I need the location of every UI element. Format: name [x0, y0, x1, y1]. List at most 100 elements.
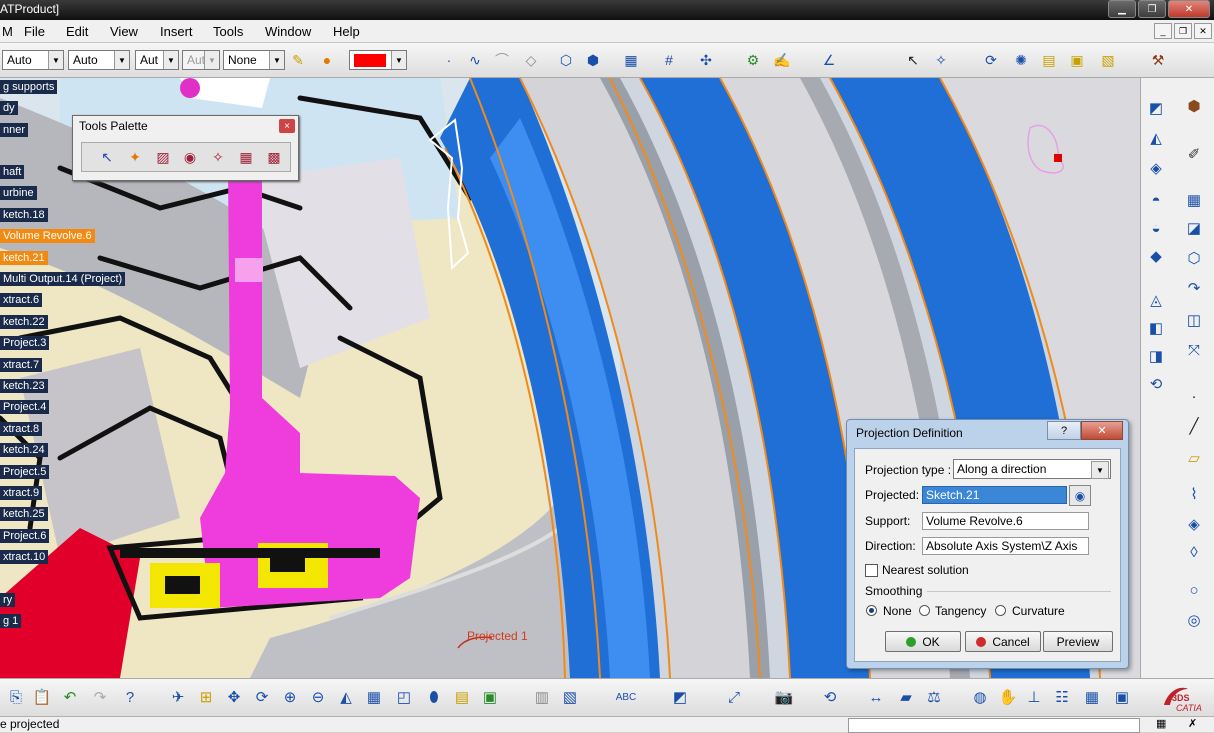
- pick-element-icon[interactable]: ✦: [125, 148, 145, 166]
- axis-system-icon[interactable]: ⊥: [1024, 687, 1044, 707]
- compass-icon[interactable]: ⤢: [724, 687, 744, 707]
- dialog-close-button[interactable]: ✕: [1081, 421, 1123, 440]
- ok-button[interactable]: OK: [885, 631, 961, 652]
- tree-node[interactable]: ketch.18: [0, 208, 48, 222]
- current-color-combo[interactable]: ▼: [349, 50, 407, 70]
- work-support-icon[interactable]: ▣: [1112, 687, 1132, 707]
- select-trap-icon[interactable]: ✧: [932, 51, 950, 69]
- menu-edit[interactable]: Edit: [66, 24, 88, 39]
- tree-node[interactable]: Multi Output.14 (Project): [0, 272, 126, 286]
- search-icon[interactable]: ◉: [180, 148, 200, 166]
- tree-node[interactable]: ketch.24: [0, 443, 48, 457]
- tree-node[interactable]: xtract.9: [0, 486, 43, 500]
- smoothing-tangency-radio[interactable]: [919, 605, 930, 616]
- catalog-icon[interactable]: ▤: [1040, 51, 1058, 69]
- pattern-icon[interactable]: ✺: [1012, 51, 1030, 69]
- curve-icon[interactable]: ⌇: [1183, 484, 1205, 504]
- rotate-icon[interactable]: ⟲: [1145, 374, 1167, 394]
- sketcher-icon[interactable]: ✐: [1183, 144, 1205, 164]
- whats-this-icon[interactable]: ?: [120, 687, 140, 707]
- grid-snap-icon[interactable]: ▦: [1082, 687, 1102, 707]
- undo-icon[interactable]: ↶: [60, 687, 80, 707]
- cancel-selection-icon[interactable]: ▩: [264, 148, 284, 166]
- tree-node[interactable]: Project.3: [0, 336, 50, 350]
- tree-node[interactable]: ketch.23: [0, 379, 48, 393]
- tree-node[interactable]: Project.5: [0, 465, 50, 479]
- shading-icon[interactable]: ⬮: [424, 687, 444, 707]
- tools-palette[interactable]: Tools Palette × ↖ ✦ ▨ ◉ ✧ ▦ ▩: [72, 115, 299, 181]
- sweep-icon[interactable]: ⌒: [493, 51, 511, 69]
- fill-icon[interactable]: ◓: [1145, 190, 1167, 210]
- sketch-icon[interactable]: ◩: [1145, 98, 1167, 118]
- swap-space-icon[interactable]: ▣: [480, 687, 500, 707]
- projected-field[interactable]: Sketch.21: [922, 486, 1067, 504]
- copy-icon[interactable]: ⎘: [6, 687, 26, 707]
- constraint-icon[interactable]: ✣: [697, 51, 715, 69]
- compare-icon[interactable]: ⚖: [924, 687, 944, 707]
- cancel-command-icon[interactable]: ✗: [1188, 717, 1197, 730]
- surface-icon[interactable]: ◈: [1145, 158, 1167, 178]
- connect-icon[interactable]: ◊: [1183, 542, 1205, 562]
- select-icon[interactable]: ↖: [904, 51, 922, 69]
- cancel-button[interactable]: Cancel: [965, 631, 1041, 652]
- doc-minimize-button[interactable]: _: [1154, 23, 1172, 39]
- tree-node[interactable]: ketch.25: [0, 507, 48, 521]
- knowledge-icon[interactable]: ⚒: [1149, 51, 1167, 69]
- zoom-in-icon[interactable]: ⊕: [280, 687, 300, 707]
- cube-icon[interactable]: ◩: [670, 687, 690, 707]
- boundary-icon[interactable]: ◫: [1183, 310, 1205, 330]
- split-icon[interactable]: ◪: [1183, 218, 1205, 238]
- material-icon[interactable]: ●: [318, 51, 336, 69]
- pan-icon[interactable]: ✥: [224, 687, 244, 707]
- point-icon[interactable]: ·: [440, 51, 458, 69]
- measure-item-icon[interactable]: ▧: [560, 687, 580, 707]
- zoom-out-icon[interactable]: ⊖: [308, 687, 328, 707]
- transparency-combo[interactable]: Auto ▼: [68, 50, 130, 70]
- spline-icon[interactable]: ∿: [466, 51, 484, 69]
- axis-icon[interactable]: ·: [1183, 386, 1205, 406]
- fit-all-icon[interactable]: ⊞: [196, 687, 216, 707]
- normal-view-icon[interactable]: ◭: [336, 687, 356, 707]
- trim-icon[interactable]: ⬡: [1183, 248, 1205, 268]
- curve-analysis-icon[interactable]: ∠: [820, 51, 838, 69]
- rotate-view-icon[interactable]: ⟳: [252, 687, 272, 707]
- tree-node[interactable]: haft: [0, 165, 25, 179]
- tree-node[interactable]: ketch.22: [0, 315, 48, 329]
- projection-definition-dialog[interactable]: Projection Definition ? ✕ Projection typ…: [846, 419, 1129, 669]
- linewidth-combo[interactable]: Aut ▼: [135, 50, 179, 70]
- instantiate-icon[interactable]: ▧: [1099, 51, 1117, 69]
- surface-blend-icon[interactable]: ◈: [1183, 514, 1205, 534]
- thicken-icon[interactable]: ◨: [1145, 346, 1167, 366]
- doc-close-button[interactable]: ✕: [1194, 23, 1212, 39]
- menu-view[interactable]: View: [110, 24, 138, 39]
- tree-node[interactable]: ry: [0, 593, 16, 607]
- translate-icon[interactable]: ⤧: [1183, 340, 1205, 360]
- repetition-icon[interactable]: ⟳: [982, 51, 1000, 69]
- multi-view-icon[interactable]: ▦: [364, 687, 384, 707]
- hide-show-icon[interactable]: ▤: [452, 687, 472, 707]
- law-icon[interactable]: ✍: [773, 51, 791, 69]
- menu-help[interactable]: Help: [333, 24, 360, 39]
- dialog-help-button[interactable]: ?: [1047, 421, 1081, 440]
- update-icon[interactable]: ⟲: [820, 687, 840, 707]
- menu-file[interactable]: File: [24, 24, 45, 39]
- layer-combo[interactable]: None ▼: [223, 50, 285, 70]
- tree-node[interactable]: nner: [0, 123, 29, 137]
- trap-select-icon[interactable]: ✧: [208, 148, 228, 166]
- analysis-icon[interactable]: ⚙: [744, 51, 762, 69]
- hand-icon[interactable]: ✋: [998, 687, 1018, 707]
- tree-node[interactable]: xtract.7: [0, 358, 43, 372]
- text-icon[interactable]: ABC: [616, 687, 637, 707]
- tree-node[interactable]: Project.4: [0, 400, 50, 414]
- measure-between-icon[interactable]: ▥: [532, 687, 552, 707]
- menu-insert[interactable]: Insert: [160, 24, 193, 39]
- menu-window[interactable]: Window: [265, 24, 311, 39]
- smoothing-none-radio[interactable]: [866, 605, 877, 616]
- tree-node[interactable]: g 1: [0, 614, 22, 628]
- history-icon[interactable]: ▦: [1156, 717, 1166, 730]
- sweep-surface-icon[interactable]: ◆: [1145, 246, 1167, 266]
- painter-icon[interactable]: ✎: [289, 51, 307, 69]
- circle-icon[interactable]: ○: [1183, 580, 1205, 600]
- bulleted-list-icon[interactable]: ▨: [153, 148, 173, 166]
- tree-icon[interactable]: ☷: [1052, 687, 1072, 707]
